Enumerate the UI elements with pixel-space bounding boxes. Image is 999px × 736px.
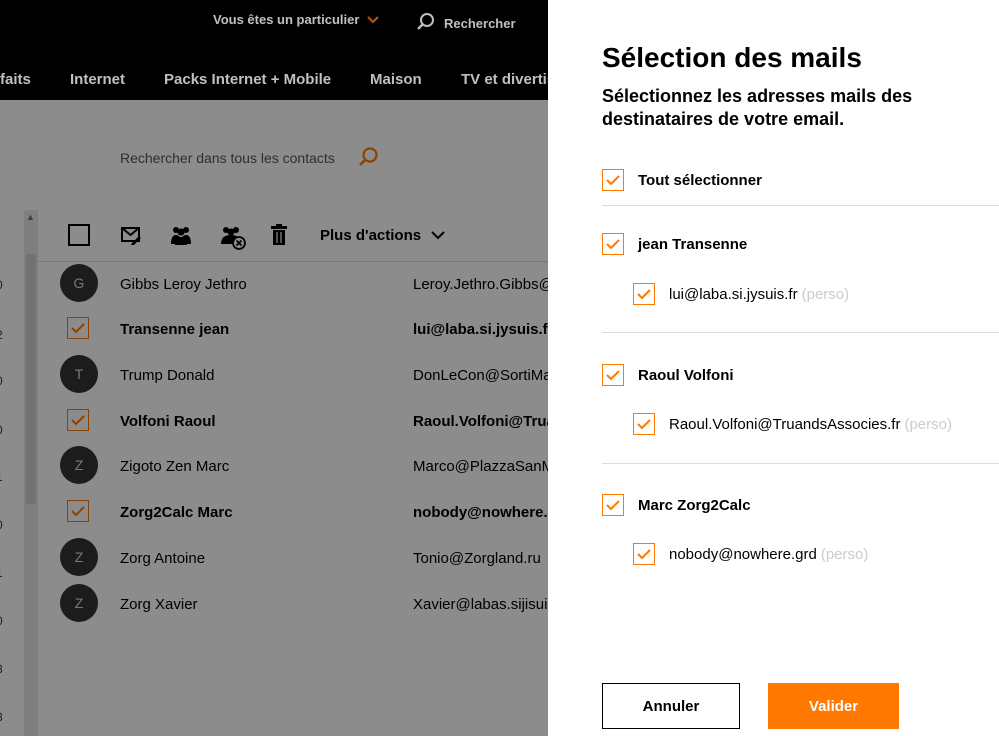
mail-selection-panel: Sélection des mails Sélectionnez les adr…: [548, 0, 999, 736]
email-checkbox[interactable]: [633, 413, 655, 435]
checkmark-icon: [637, 548, 651, 559]
contact-label[interactable]: Marc Zorg2Calc: [638, 497, 751, 514]
checkmark-icon: [606, 499, 620, 510]
email-type-tag: (perso): [820, 546, 869, 563]
modal-backdrop[interactable]: [0, 100, 548, 736]
email-checkbox[interactable]: [633, 543, 655, 565]
contact-checkbox[interactable]: [602, 494, 624, 516]
modal-backdrop-header: [0, 0, 548, 100]
email-option[interactable]: Raoul.Volfoni@TruandsAssocies.fr (perso): [669, 416, 952, 433]
email-option[interactable]: lui@laba.si.jysuis.fr (perso): [669, 286, 849, 303]
contact-label[interactable]: Raoul Volfoni: [638, 367, 734, 384]
email-address: Raoul.Volfoni@TruandsAssocies.fr: [669, 416, 901, 433]
background-page: Vous êtes un particulier Rechercher fait…: [0, 0, 548, 736]
contact-label[interactable]: jean Transenne: [638, 236, 747, 253]
checkmark-icon: [606, 238, 620, 249]
email-checkbox[interactable]: [633, 283, 655, 305]
divider: [602, 205, 999, 206]
divider: [602, 463, 999, 464]
email-option[interactable]: nobody@nowhere.grd (perso): [669, 546, 868, 563]
panel-subtitle: Sélectionnez les adresses mails des dest…: [602, 86, 913, 129]
panel-title: Sélection des mails: [602, 42, 862, 73]
contact-checkbox[interactable]: [602, 233, 624, 255]
checkmark-icon: [606, 174, 620, 185]
contact-checkbox[interactable]: [602, 364, 624, 386]
email-address: lui@laba.si.jysuis.fr: [669, 286, 798, 303]
divider: [602, 332, 999, 333]
select-all-checkbox[interactable]: [602, 169, 624, 191]
email-type-tag: (perso): [904, 416, 952, 433]
confirm-button[interactable]: Valider: [768, 683, 899, 729]
checkmark-icon: [637, 288, 651, 299]
cancel-button[interactable]: Annuler: [602, 683, 740, 729]
email-address: nobody@nowhere.grd: [669, 546, 817, 563]
select-all-label[interactable]: Tout sélectionner: [638, 172, 762, 189]
checkmark-icon: [606, 369, 620, 380]
email-type-tag: (perso): [801, 286, 850, 303]
checkmark-icon: [637, 418, 651, 429]
